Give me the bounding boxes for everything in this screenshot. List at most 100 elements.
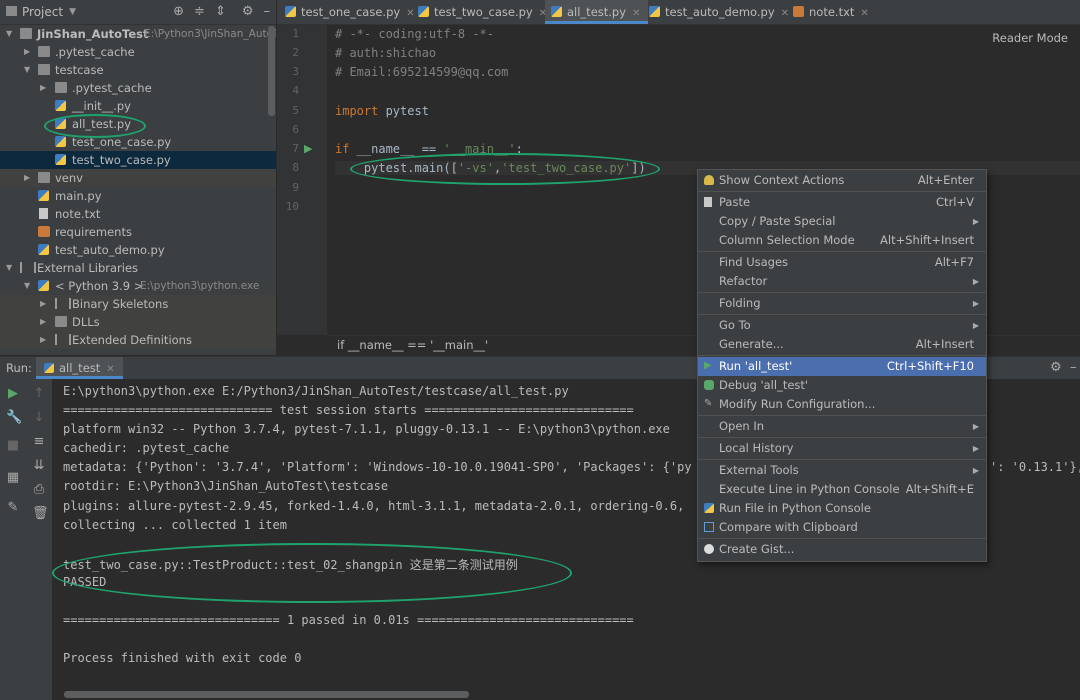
scroll-up-icon[interactable]: ↑: [32, 387, 46, 401]
tree-item-testcase[interactable]: ▼ testcase: [0, 61, 276, 79]
console-horizontal-scrollbar[interactable]: [64, 691, 469, 698]
scroll-down-icon[interactable]: ↓: [32, 411, 46, 425]
tree-item-note-txt[interactable]: note.txt: [0, 205, 276, 223]
close-icon[interactable]: ✕: [406, 8, 414, 19]
submenu-arrow-icon: ▶: [972, 444, 979, 453]
submenu-arrow-icon: ▶: [972, 466, 979, 475]
tree-item-test-one-case-py[interactable]: test_one_case.py: [0, 133, 276, 151]
project-panel-title[interactable]: Project: [22, 5, 63, 19]
library-icon: [55, 298, 71, 309]
close-icon[interactable]: ✕: [106, 364, 114, 375]
tree-item-pytest-cache[interactable]: ▶ .pytest_cache: [0, 43, 276, 61]
menu-item-run-file-python-console[interactable]: Run File in Python Console: [698, 499, 986, 518]
menu-item-refactor[interactable]: Refactor ▶: [698, 272, 986, 291]
tab-test-two-case[interactable]: test_two_case.py ✕: [418, 0, 547, 24]
tree-item-dlls[interactable]: ▶ DLLs: [0, 313, 276, 331]
menu-item-debug-all-test[interactable]: Debug 'all_test': [698, 376, 986, 395]
gear-icon[interactable]: ⚙: [242, 4, 254, 19]
menu-item-modify-run-configuration[interactable]: ✎ Modify Run Configuration...: [698, 395, 986, 414]
tab-test-one-case[interactable]: test_one_case.py ✕: [285, 0, 415, 24]
pin-icon[interactable]: ✎: [6, 501, 20, 515]
expand-all-icon[interactable]: ⇕: [215, 4, 226, 19]
chevron-right-icon[interactable]: ▶: [40, 313, 46, 331]
menu-item-generate[interactable]: Generate... Alt+Insert: [698, 335, 986, 354]
chevron-right-icon[interactable]: ▶: [40, 331, 46, 349]
stop-icon[interactable]: ■: [6, 439, 20, 453]
tree-item-main-py[interactable]: main.py: [0, 187, 276, 205]
chevron-down-icon[interactable]: ▼: [69, 7, 76, 17]
tree-item-requirements[interactable]: requirements: [0, 223, 276, 241]
python-file-icon: [649, 6, 660, 17]
menu-item-column-selection-mode[interactable]: Column Selection Mode Alt+Shift+Insert: [698, 231, 986, 250]
close-icon[interactable]: ✕: [632, 8, 640, 19]
menu-item-execute-line-python-console[interactable]: Execute Line in Python Console Alt+Shift…: [698, 480, 986, 499]
menu-item-external-tools[interactable]: External Tools ▶: [698, 461, 986, 480]
menu-separator: [698, 538, 986, 539]
close-icon[interactable]: ✕: [781, 8, 789, 19]
library-icon: [55, 334, 71, 345]
close-icon[interactable]: ✕: [860, 8, 868, 19]
tree-item-root[interactable]: ▼ JinShan_AutoTest E:\Python3\JinShan_Au…: [0, 25, 276, 43]
scroll-to-end-icon[interactable]: ⇊: [32, 459, 46, 473]
wrench-icon[interactable]: 🔧: [6, 411, 22, 425]
tree-item-binary-skeletons[interactable]: ▶ Binary Skeletons: [0, 295, 276, 313]
tree-item-test-two-case-py[interactable]: test_two_case.py: [0, 151, 276, 169]
menu-item-open-in[interactable]: Open In ▶: [698, 417, 986, 436]
layout-icon[interactable]: ▦: [6, 471, 20, 485]
code-line-3: # Email:695214599@qq.com: [335, 65, 509, 79]
python-file-icon: [38, 244, 49, 255]
menu-item-folding[interactable]: Folding ▶: [698, 294, 986, 313]
chevron-right-icon[interactable]: ▶: [24, 169, 30, 187]
run-gutter-icon[interactable]: ▶: [304, 142, 312, 155]
menu-item-compare-with-clipboard[interactable]: Compare with Clipboard: [698, 518, 986, 537]
chevron-down-icon[interactable]: ▼: [24, 277, 30, 295]
tab-note-txt[interactable]: note.txt ✕: [793, 0, 869, 24]
locate-file-icon[interactable]: ⊕: [173, 4, 184, 19]
tab-all-test[interactable]: all_test.py ✕: [545, 0, 649, 24]
tree-item-init-py[interactable]: __init__.py: [0, 97, 276, 115]
menu-separator: [698, 437, 986, 438]
code-line-1: # -*- coding:utf-8 -*-: [335, 27, 494, 41]
soft-wrap-icon[interactable]: ≡: [32, 435, 46, 449]
print-icon[interactable]: ⎙: [32, 483, 46, 497]
menu-item-go-to[interactable]: Go To ▶: [698, 316, 986, 335]
project-tree-scrollbar[interactable]: [268, 26, 275, 116]
project-tree[interactable]: ▼ JinShan_AutoTest E:\Python3\JinShan_Au…: [0, 25, 276, 355]
clipboard-icon: [704, 197, 712, 207]
chevron-down-icon[interactable]: ▼: [6, 25, 12, 43]
menu-item-local-history[interactable]: Local History ▶: [698, 439, 986, 458]
menu-item-run-all-test[interactable]: ▶ Run 'all_test' Ctrl+Shift+F10: [698, 357, 986, 376]
gear-icon[interactable]: ⚙: [1050, 360, 1062, 375]
chevron-down-icon[interactable]: ▼: [6, 259, 12, 277]
menu-item-copy-paste-special[interactable]: Copy / Paste Special ▶: [698, 212, 986, 231]
highlight-oval-pytest-main: [350, 153, 660, 185]
menu-item-create-gist[interactable]: Create Gist...: [698, 540, 986, 559]
tree-item-extended-definitions[interactable]: ▶ Extended Definitions: [0, 331, 276, 349]
tree-item-external-libraries[interactable]: ▼ External Libraries: [0, 259, 276, 277]
collapse-all-icon[interactable]: ≑: [194, 4, 205, 19]
menu-item-find-usages[interactable]: Find Usages Alt+F7: [698, 253, 986, 272]
chevron-right-icon[interactable]: ▶: [40, 295, 46, 313]
rerun-icon[interactable]: ▶: [6, 387, 20, 401]
reader-mode-button[interactable]: Reader Mode: [992, 31, 1068, 45]
run-tab-all-test[interactable]: all_test ✕: [36, 357, 123, 379]
hide-icon[interactable]: –: [264, 4, 271, 19]
editor-tab-bar: test_one_case.py ✕ test_two_case.py ✕ all_…: [277, 0, 1080, 25]
tree-item-python-sdk[interactable]: ▼ < Python 3.9 > E:\python3\python.exe: [0, 277, 276, 295]
menu-item-paste[interactable]: Paste Ctrl+V: [698, 193, 986, 212]
tree-item-venv[interactable]: ▶ venv: [0, 169, 276, 187]
tree-item-test-auto-demo-py[interactable]: test_auto_demo.py: [0, 241, 276, 259]
code-line-5: import pytest: [335, 104, 429, 118]
bug-icon: [704, 380, 714, 390]
hide-icon[interactable]: –: [1070, 360, 1077, 375]
breadcrumb-item[interactable]: if __name__ == '__main__': [337, 338, 488, 352]
submenu-arrow-icon: ▶: [972, 217, 979, 226]
chevron-down-icon[interactable]: ▼: [24, 61, 30, 79]
tab-test-auto-demo[interactable]: test_auto_demo.py ✕: [649, 0, 789, 24]
chevron-right-icon[interactable]: ▶: [40, 79, 46, 97]
chevron-right-icon[interactable]: ▶: [24, 43, 30, 61]
editor-gutter[interactable]: 1 2 3 4 5 6 7 ▶ 8 9 10: [277, 25, 327, 335]
trash-icon[interactable]: 🗑: [32, 507, 49, 521]
menu-item-show-context-actions[interactable]: Show Context Actions Alt+Enter: [698, 171, 986, 190]
tree-item-testcase-pytest-cache[interactable]: ▶ .pytest_cache: [0, 79, 276, 97]
